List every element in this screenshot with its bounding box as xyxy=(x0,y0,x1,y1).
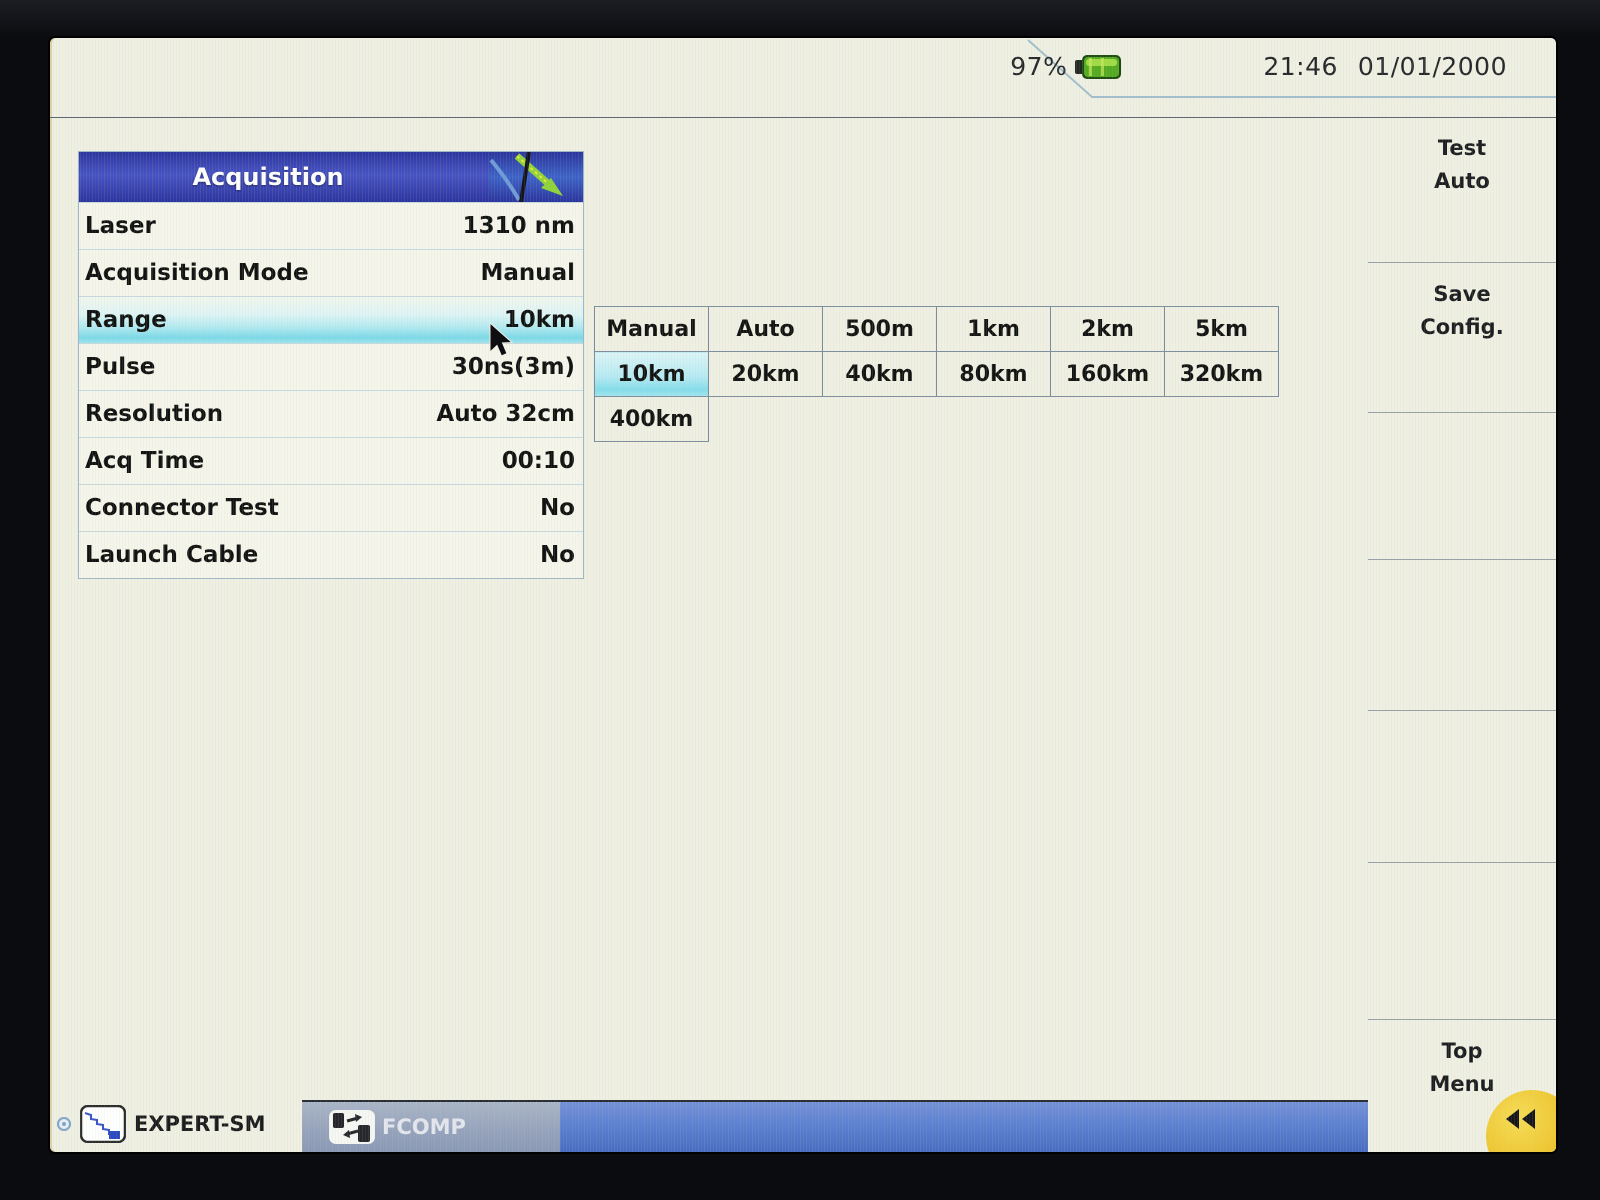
otdr-trace-arrow-icon xyxy=(489,152,583,202)
otdr-screen: 97% 21:46 01/01/2000 Acquisition xyxy=(50,38,1556,1152)
range-option-1km[interactable]: 1km xyxy=(937,307,1051,352)
setting-label: Launch Cable xyxy=(85,542,258,568)
acquisition-panel-header: Acquisition xyxy=(79,152,583,202)
setting-row-resolution[interactable]: Resolution Auto 32cm xyxy=(79,390,583,437)
taskbar-item-fcomp[interactable]: FCOMP xyxy=(302,1102,560,1152)
setting-row-laser[interactable]: Laser 1310 nm xyxy=(79,202,583,249)
range-option-manual[interactable]: Manual xyxy=(595,307,709,352)
setting-label: Connector Test xyxy=(85,495,279,521)
softkey-save-config[interactable]: Save Config. xyxy=(1368,262,1556,412)
range-option-2km[interactable]: 2km xyxy=(1051,307,1165,352)
acquisition-panel: Acquisition Laser 1310 nm Acquisition Mo… xyxy=(78,151,584,579)
setting-value: Auto 32cm xyxy=(436,401,575,427)
setting-row-launch-cable[interactable]: Launch Cable No xyxy=(79,531,583,578)
range-option-5km[interactable]: 5km xyxy=(1165,307,1279,352)
panel-title: Acquisition xyxy=(79,163,457,191)
setting-label: Pulse xyxy=(85,354,155,380)
taskbar: EXPERT-SM FCOMP xyxy=(50,1096,1368,1152)
battery-icon xyxy=(1075,53,1123,81)
range-option-80km[interactable]: 80km xyxy=(937,352,1051,397)
mouse-cursor xyxy=(488,322,518,364)
setting-row-acq-time[interactable]: Acq Time 00:10 xyxy=(79,437,583,484)
softkey-slot-empty-3 xyxy=(1368,710,1556,862)
taskbar-item-label: FCOMP xyxy=(382,1115,466,1139)
range-option-500m[interactable]: 500m xyxy=(823,307,937,352)
status-time: 21:46 xyxy=(1263,52,1338,81)
range-option-20km[interactable]: 20km xyxy=(709,352,823,397)
setting-label: Resolution xyxy=(85,401,223,427)
range-option-160km[interactable]: 160km xyxy=(1051,352,1165,397)
range-option-10km[interactable]: 10km xyxy=(595,352,709,397)
range-option-auto[interactable]: Auto xyxy=(709,307,823,352)
device-bezel xyxy=(0,0,1600,38)
softkey-slot-empty-1 xyxy=(1368,412,1556,559)
setting-label: Acquisition Mode xyxy=(85,260,309,286)
softkey-slot-empty-4 xyxy=(1368,862,1556,1019)
setting-value: No xyxy=(540,495,575,521)
range-option-400km[interactable]: 400km xyxy=(595,397,709,442)
taskbar-item-expert-sm[interactable]: EXPERT-SM xyxy=(56,1096,265,1152)
range-option-320km[interactable]: 320km xyxy=(1165,352,1279,397)
softkey-slot-empty-2 xyxy=(1368,559,1556,710)
setting-value: 00:10 xyxy=(502,448,575,474)
setting-row-acquisition-mode[interactable]: Acquisition Mode Manual xyxy=(79,249,583,296)
taskbar-active-strip: FCOMP xyxy=(302,1100,1368,1152)
softkey-test-auto[interactable]: Test Auto xyxy=(1368,117,1556,262)
setting-label: Range xyxy=(85,307,167,333)
otdr-trace-icon xyxy=(80,1105,126,1143)
setting-value: 1310 nm xyxy=(463,213,575,239)
setting-label: Laser xyxy=(85,213,156,239)
status-date: 01/01/2000 xyxy=(1358,52,1507,81)
range-option-40km[interactable]: 40km xyxy=(823,352,937,397)
fiber-compare-icon xyxy=(328,1109,376,1145)
setting-label: Acq Time xyxy=(85,448,204,474)
battery-percent: 97% xyxy=(1010,52,1067,81)
taskbar-item-label: EXPERT-SM xyxy=(134,1112,265,1136)
range-options-grid: Manual Auto 500m 1km 2km 5km 10km 20km 4… xyxy=(594,306,1279,442)
rewind-icon xyxy=(1504,1106,1538,1132)
status-bar: 97% 21:46 01/01/2000 xyxy=(50,38,1556,117)
status-dot-icon xyxy=(56,1116,72,1132)
setting-value: No xyxy=(540,542,575,568)
setting-row-connector-test[interactable]: Connector Test No xyxy=(79,484,583,531)
status-separator xyxy=(50,117,1556,118)
setting-value: Manual xyxy=(480,260,575,286)
